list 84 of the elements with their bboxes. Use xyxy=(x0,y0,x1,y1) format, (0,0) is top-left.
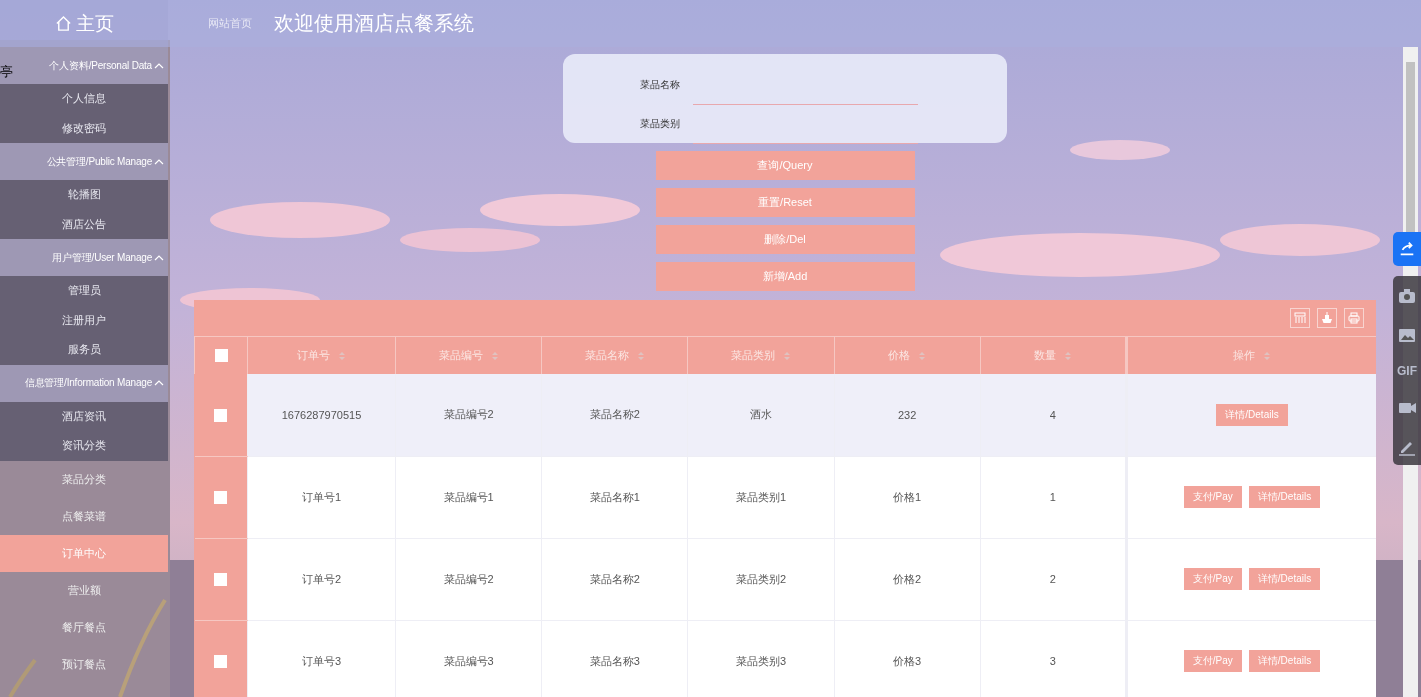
table-cell: 菜品名称2 xyxy=(541,374,688,456)
menu-item[interactable]: 服务员 xyxy=(0,335,168,365)
checkbox[interactable] xyxy=(214,408,228,422)
table-cell: 酒水 xyxy=(687,374,835,456)
menu-item[interactable]: 预订餐点 xyxy=(0,645,168,683)
menu-item[interactable]: 营业额 xyxy=(0,571,168,609)
sort-icon[interactable] xyxy=(338,350,346,361)
row-action-button[interactable]: 详情/Details xyxy=(1248,568,1321,590)
sort-icon[interactable] xyxy=(1063,350,1072,361)
checkbox[interactable] xyxy=(214,572,228,586)
field-label: 菜品类别 xyxy=(640,116,681,131)
row-action-button[interactable]: 支付/Pay xyxy=(1183,650,1242,672)
table-cell: 订单号1 xyxy=(247,456,396,538)
menu-item[interactable]: 订单中心 xyxy=(0,534,168,572)
row-action-button[interactable]: 详情/Details xyxy=(1248,486,1321,508)
print-icon[interactable] xyxy=(1344,308,1364,328)
table-cell: 232 xyxy=(834,374,981,456)
menu-item[interactable]: 点餐菜谱 xyxy=(0,497,168,535)
columns-icon[interactable] xyxy=(1290,308,1310,328)
table-cell: 3 xyxy=(980,620,1127,697)
menu-item[interactable]: 注册用户 xyxy=(0,305,168,335)
menu-item[interactable]: 菜品分类 xyxy=(0,460,168,498)
table-cell: 价格2 xyxy=(834,538,981,620)
row-action-button[interactable]: 详情/Details xyxy=(1248,650,1321,672)
table-cell: 菜品编号2 xyxy=(395,538,542,620)
sort-icon[interactable] xyxy=(918,350,927,361)
menu-item[interactable]: 轮播图 xyxy=(0,180,168,210)
menu-group-header[interactable]: 信息管理/Information Manage xyxy=(0,364,168,402)
sort-icon[interactable] xyxy=(1263,350,1271,361)
column-header[interactable]: 价格 xyxy=(888,348,911,363)
table-cell: 菜品编号2 xyxy=(395,374,542,456)
table-cell: 菜品类别2 xyxy=(687,538,835,620)
table-cell: 订单号3 xyxy=(247,620,396,697)
table-cell: 菜品类别3 xyxy=(687,620,835,697)
action-button[interactable]: 新增/Add xyxy=(655,262,915,291)
action-button[interactable]: 重置/Reset xyxy=(655,188,915,217)
action-button[interactable]: 删除/Del xyxy=(655,225,915,254)
row-action-button[interactable]: 支付/Pay xyxy=(1183,486,1242,508)
table-cell: 菜品名称1 xyxy=(541,456,688,538)
gif-button[interactable]: GIF xyxy=(1397,363,1417,378)
menu-item[interactable]: 酒店资讯 xyxy=(0,401,168,431)
share-button[interactable] xyxy=(1393,232,1421,266)
table-cell: 菜品编号3 xyxy=(395,620,542,697)
table-cell: 1676287970515 xyxy=(247,374,396,456)
column-header[interactable]: 菜品名称 xyxy=(584,348,629,363)
home-title[interactable]: 主页 xyxy=(0,0,168,47)
table-cell: 菜品类别1 xyxy=(687,456,835,538)
menu-group-header[interactable]: 公共管理/Public Manage xyxy=(0,143,168,180)
column-header[interactable]: 菜品类别 xyxy=(730,348,775,363)
menu-item[interactable]: 个人信息 xyxy=(0,84,168,114)
menu-item[interactable]: 餐厅餐点 xyxy=(0,608,168,646)
checkbox[interactable] xyxy=(214,490,228,504)
column-header[interactable]: 数量 xyxy=(1033,348,1056,363)
table-cell: 价格1 xyxy=(834,456,981,538)
action-button[interactable]: 查询/Query xyxy=(655,151,915,180)
checkbox[interactable] xyxy=(214,349,228,363)
share-icon xyxy=(1398,240,1416,258)
menu-item[interactable]: 酒店公告 xyxy=(0,209,168,239)
row-action-button[interactable]: 详情/Details xyxy=(1216,403,1288,426)
menu-group-header[interactable]: 用户管理/User Manage xyxy=(0,239,168,276)
table-cell: 1 xyxy=(980,456,1127,538)
column-header[interactable]: 菜品编号 xyxy=(438,348,483,363)
menu-item[interactable]: 管理员 xyxy=(0,276,168,306)
sort-icon[interactable] xyxy=(782,350,791,361)
column-header[interactable]: 订单号 xyxy=(297,348,330,363)
sort-icon[interactable] xyxy=(636,350,645,361)
page-title: 欢迎使用酒店点餐系统 xyxy=(274,11,474,36)
home-icon xyxy=(54,15,72,32)
checkbox[interactable] xyxy=(214,654,228,668)
table-cell: 价格3 xyxy=(834,620,981,697)
table-cell: 菜品名称3 xyxy=(541,620,688,697)
menu-item[interactable]: 修改密码 xyxy=(0,113,168,143)
row-action-button[interactable]: 支付/Pay xyxy=(1183,568,1242,590)
table-cell: 订单号2 xyxy=(247,538,396,620)
table-cell: 2 xyxy=(980,538,1127,620)
sort-icon[interactable] xyxy=(490,350,499,361)
export-icon[interactable] xyxy=(1317,308,1337,328)
table-cell: 4 xyxy=(980,374,1127,456)
field-label: 菜品名称 xyxy=(640,77,681,92)
table-cell: 菜品名称2 xyxy=(541,538,688,620)
table-cell: 菜品编号1 xyxy=(395,456,542,538)
column-header[interactable]: 操作 xyxy=(1233,348,1255,363)
menu-item[interactable]: 资讯分类 xyxy=(0,431,168,461)
edge-text: 亭 xyxy=(0,64,13,80)
